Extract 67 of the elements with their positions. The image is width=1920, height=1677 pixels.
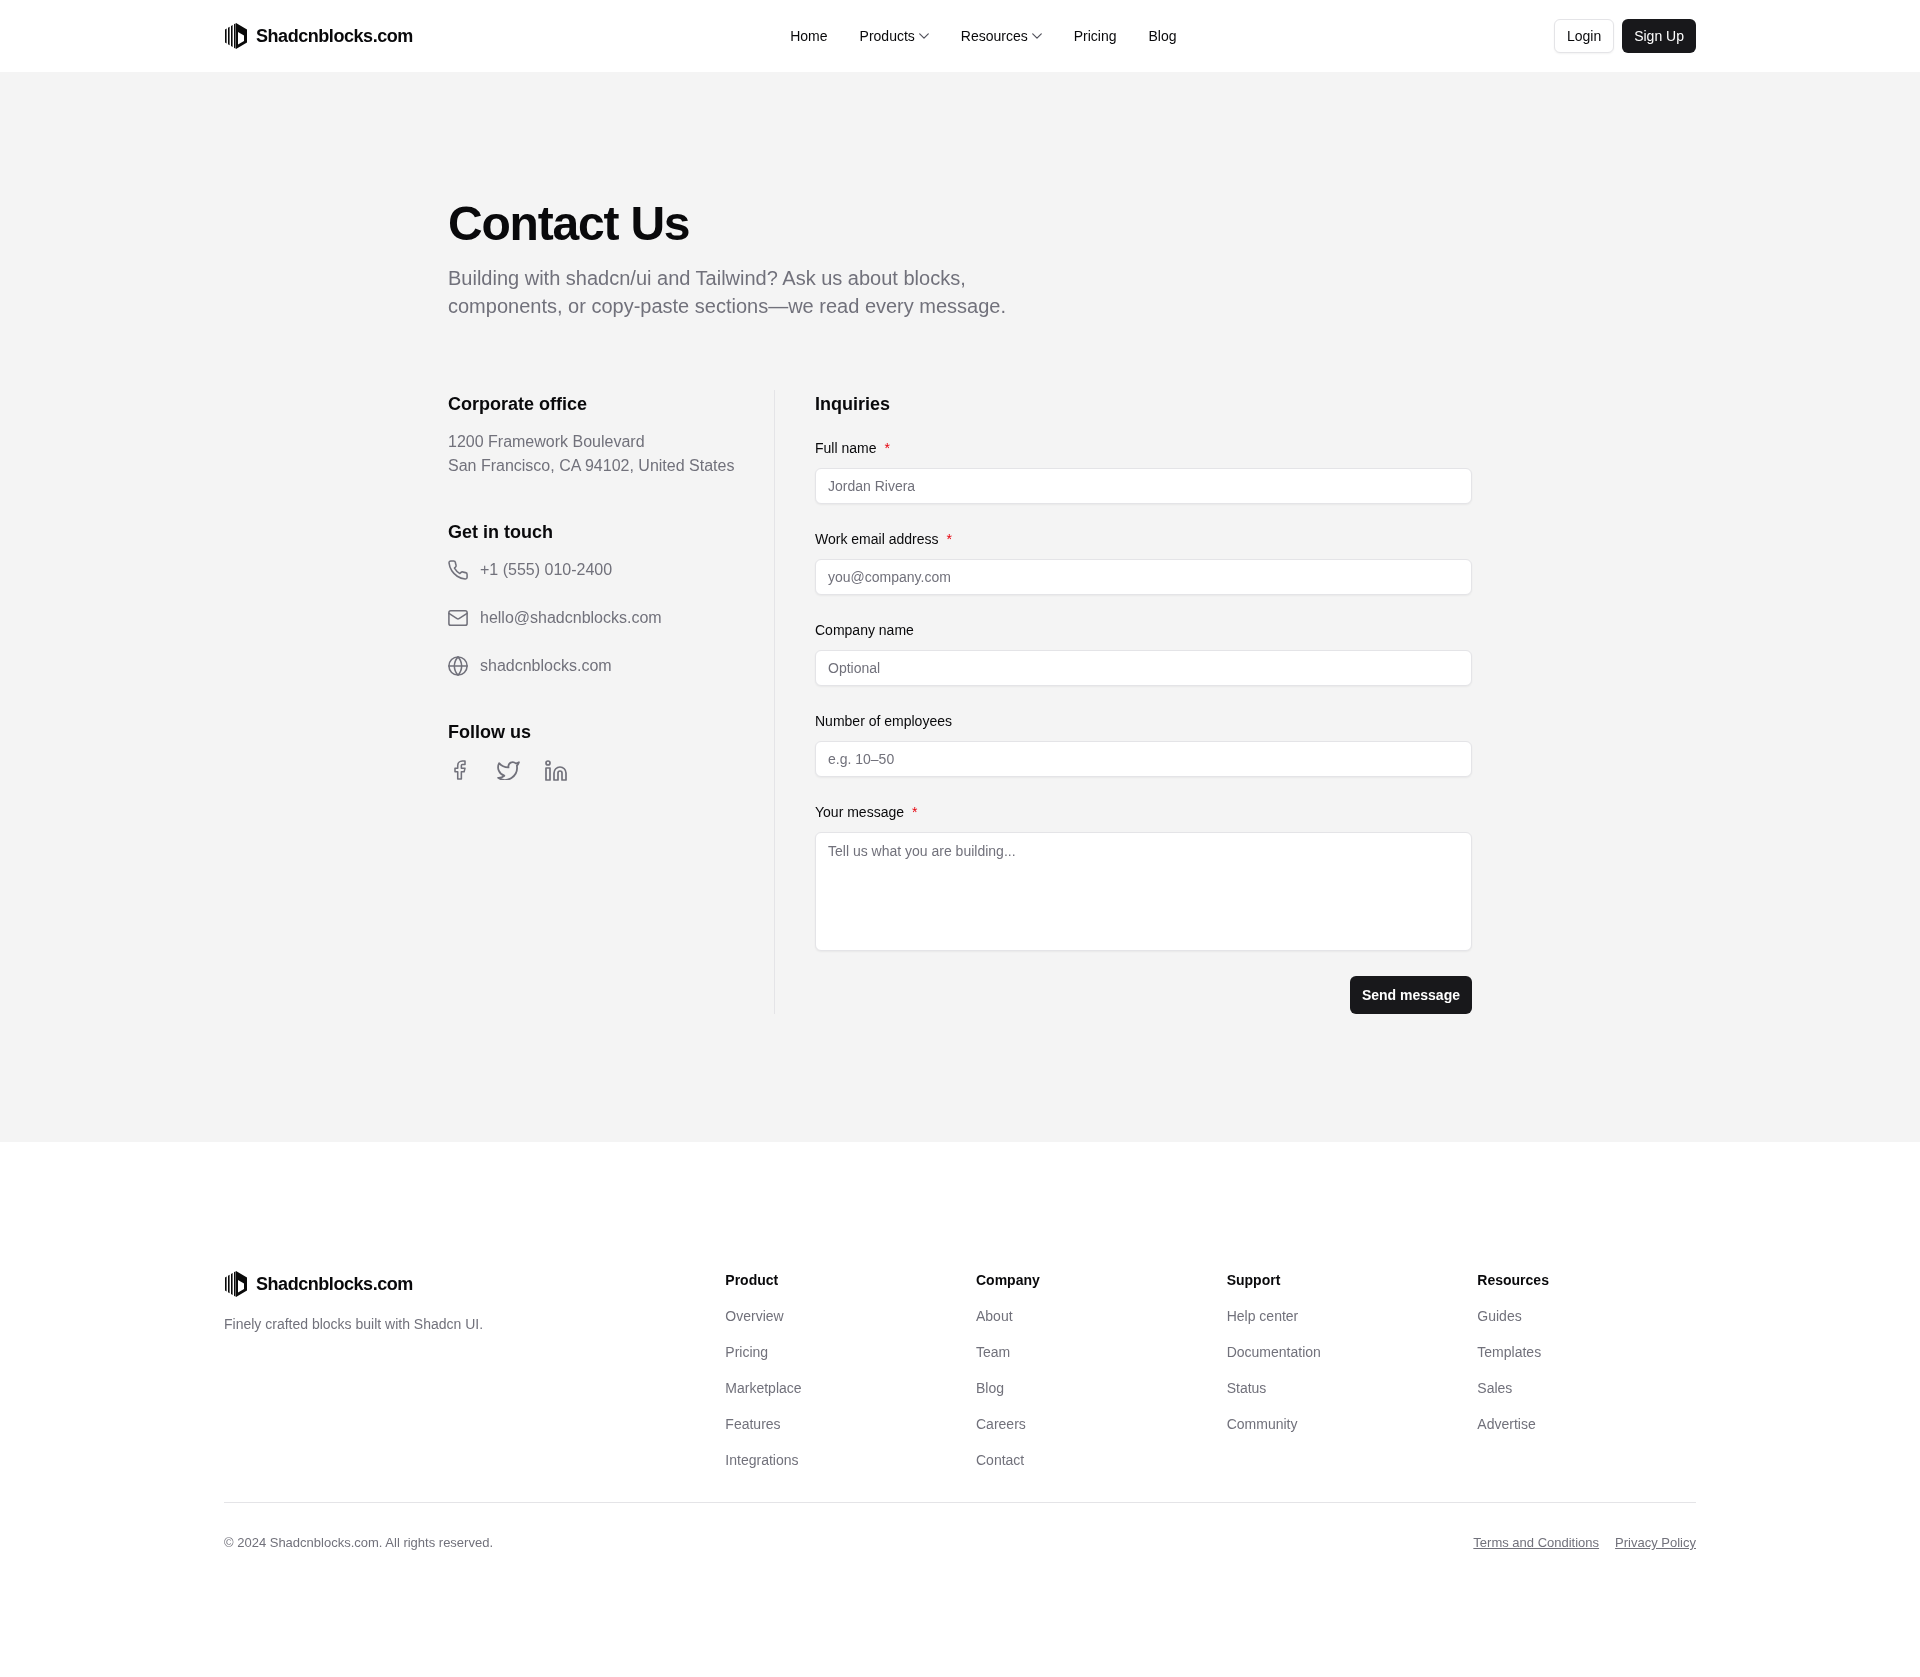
linkedin-icon[interactable] [545,759,567,781]
page-subtitle: Building with shadcn/ui and Tailwind? Ask us about blocks, components, or copy-paste sections—we read every message. [448,266,1008,319]
twitter-icon[interactable] [496,760,520,780]
input-field[interactable]: you@company.com [815,559,1472,595]
footer-link[interactable]: Features [725,1414,781,1434]
section-heading: Get in touch [448,521,554,544]
footer-link[interactable]: Status [1226,1378,1267,1398]
required-mark: * [884,439,890,458]
striped-hexagon-logo-icon [224,22,248,50]
footer-column-heading: Product [725,1271,780,1290]
phone-link[interactable]: +1 (555) 010-2400 [480,558,613,582]
footer-link[interactable]: Sales [1477,1378,1513,1398]
input-field[interactable]: Optional [815,650,1472,686]
footer-column-heading: Company [976,1271,1041,1290]
footer-link[interactable]: Guides [1477,1306,1522,1326]
sign-up-button[interactable]: Sign Up [1622,19,1696,53]
striped-hexagon-logo-icon [224,1270,248,1298]
phone-icon [448,560,468,580]
section-heading: Inquiries [815,393,891,416]
footer-link[interactable]: Pricing [725,1342,769,1362]
footer-link[interactable]: Blog [976,1378,1005,1398]
footer-column-heading: Resources [1477,1271,1550,1290]
page-title: Contact Us [448,200,691,248]
nav-link[interactable]: Pricing [1057,18,1133,54]
login-button[interactable]: Login [1553,19,1615,53]
field-label: Your message [815,803,904,822]
input-field[interactable]: Jordan Rivera [815,468,1472,504]
footer-link[interactable]: Contact [976,1450,1025,1470]
footer-link[interactable]: Advertise [1477,1414,1536,1434]
logo-link[interactable]: Shadcnblocks.com [224,22,413,50]
required-mark: * [946,530,952,549]
legal-link[interactable]: Privacy Policy [1615,1535,1696,1551]
website-link[interactable]: shadcnblocks.com [480,654,612,678]
field-label: Full name [815,439,877,458]
field-label: Company name [815,621,914,640]
footer-link[interactable]: Marketplace [725,1378,802,1398]
footer-link[interactable]: Integrations [725,1450,799,1470]
nav-menu-button[interactable]: Products [843,18,945,54]
footer-link[interactable]: Help center [1226,1306,1299,1326]
footer-column-heading: Support [1226,1271,1282,1290]
required-mark: * [912,803,918,822]
footer-tagline: Finely crafted blocks built with Shadcn UI. [224,1315,485,1334]
field-label: Work email address [815,530,939,549]
legal-link[interactable]: Terms and Conditions [1473,1535,1600,1551]
section-heading: Corporate office [448,393,589,416]
footer-link[interactable]: Overview [725,1306,784,1326]
nav-link[interactable]: Blog [1132,18,1193,54]
textarea-field[interactable]: Tell us what you are building... [815,832,1472,951]
nav-menu-button[interactable]: Resources [944,18,1058,54]
mail-icon [448,608,468,628]
logo-link[interactable]: Shadcnblocks.com [224,1270,694,1298]
footer-link[interactable]: Documentation [1226,1342,1321,1362]
office-address: 1200 Framework Boulevard San Francisco, CA 94102, United States [448,432,736,476]
field-label: Number of employees [815,712,952,731]
email-link[interactable]: hello@shadcnblocks.com [480,606,662,630]
footer-link[interactable]: Team [976,1342,1011,1362]
copyright-text: © 2024 Shadcnblocks.com. All rights reserved. [224,1535,493,1551]
nav-link[interactable]: Home [774,18,844,54]
send-message-button[interactable]: Send message [1349,976,1472,1014]
input-field[interactable]: e.g. 10–50 [815,741,1472,777]
facebook-icon[interactable] [454,760,466,780]
section-heading: Follow us [448,721,532,744]
footer-link[interactable]: Community [1226,1414,1298,1434]
footer-link[interactable]: Templates [1477,1342,1542,1362]
footer-link[interactable]: About [976,1306,1013,1326]
globe-icon [448,656,468,676]
footer-link[interactable]: Careers [976,1414,1026,1434]
